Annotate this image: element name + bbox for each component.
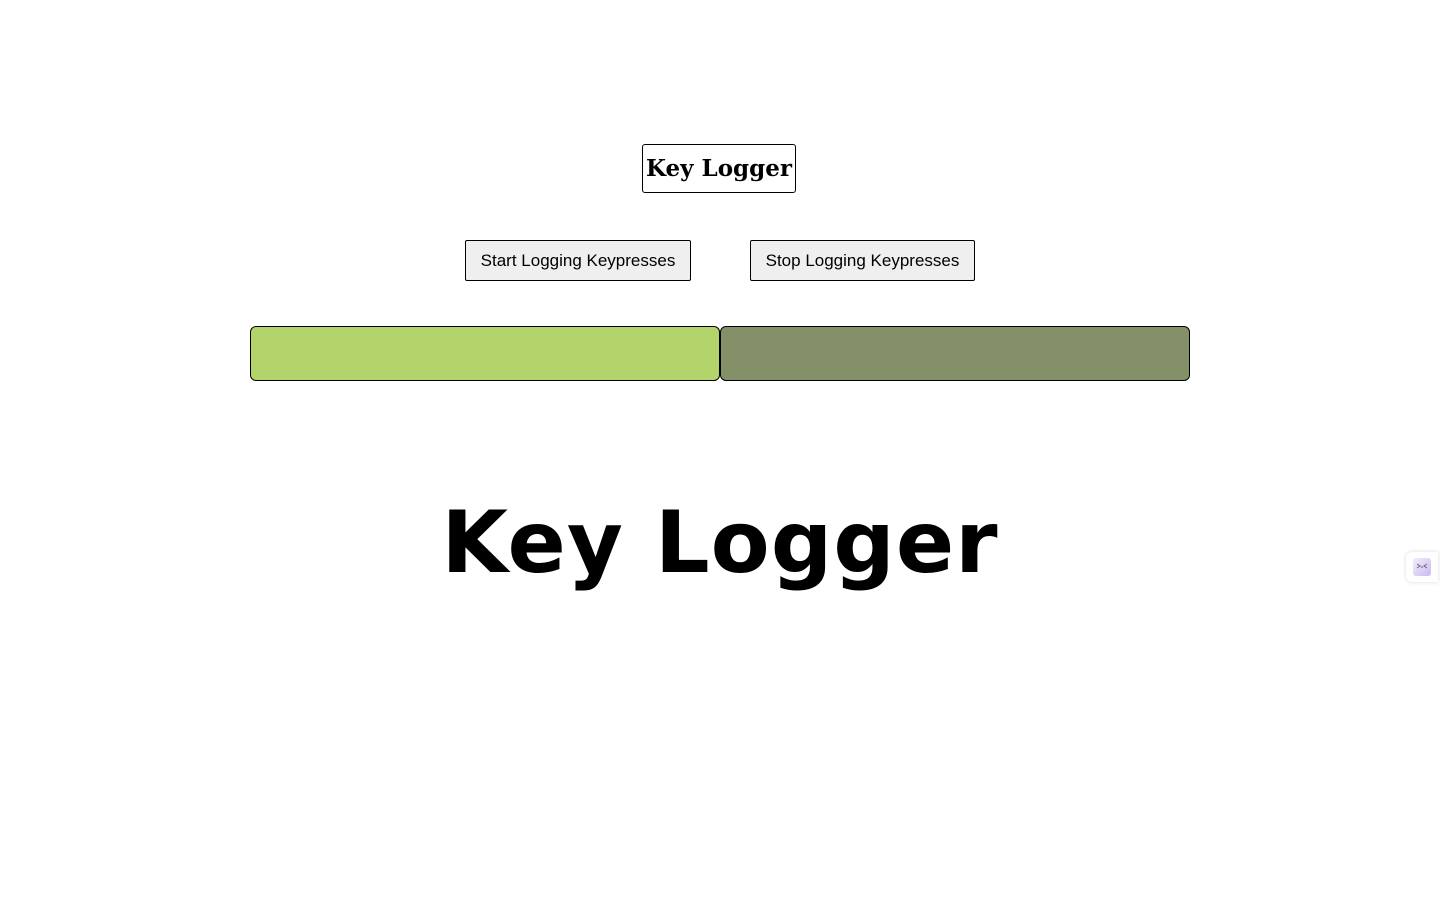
stop-logging-button[interactable]: Stop Logging Keypresses xyxy=(750,240,975,281)
start-logging-button[interactable]: Start Logging Keypresses xyxy=(465,240,691,281)
main-heading: Key Logger xyxy=(441,493,999,593)
extension-widget[interactable] xyxy=(1406,552,1438,582)
page: Key Logger Start Logging Keypresses Stop… xyxy=(0,0,1440,900)
page-title: Key Logger xyxy=(642,144,796,193)
extension-widget-icon xyxy=(1413,558,1431,576)
status-indicator-left xyxy=(250,326,720,381)
status-indicator-right xyxy=(720,326,1190,381)
